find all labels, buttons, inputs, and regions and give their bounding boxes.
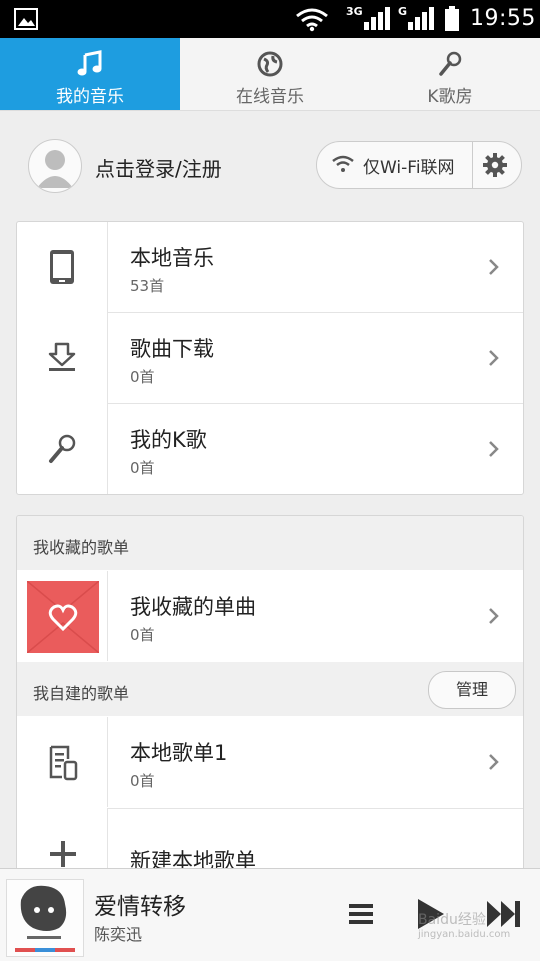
section-label: 我自建的歌单 (33, 684, 130, 703)
album-cover-image (7, 880, 83, 956)
item-count: 0首 (130, 368, 155, 386)
favorites-cover (26, 580, 100, 654)
microphone-icon (439, 51, 462, 76)
item-count: 0首 (130, 626, 155, 644)
library-card: 本地音乐 53首 歌曲下载 0首 我的K歌 0首 (16, 221, 524, 495)
icon-cell (17, 717, 108, 807)
list-item-local-music[interactable]: 本地音乐 53首 (17, 222, 523, 312)
chevron-right-icon (489, 441, 499, 457)
divider (472, 142, 473, 188)
globe-icon (257, 51, 283, 77)
manage-button[interactable]: 管理 (428, 671, 516, 709)
wifi-icon (332, 155, 354, 172)
phone-icon (50, 250, 74, 284)
item-count: 0首 (130, 772, 155, 790)
song-title: 爱情转移 (94, 894, 186, 920)
icon-cell (17, 571, 108, 661)
chevron-right-icon (489, 608, 499, 624)
song-artist: 陈奕迅 (94, 925, 143, 944)
login-register-link[interactable]: 点击登录/注册 (95, 153, 222, 182)
tab-my-music[interactable]: 我的音乐 (0, 38, 180, 110)
image-notification-icon (14, 8, 38, 30)
chevron-right-icon (489, 259, 499, 275)
wifi-only-toggle[interactable]: 仅Wi-Fi联网 (316, 141, 522, 189)
list-item-my-karaoke[interactable]: 我的K歌 0首 (17, 404, 523, 494)
tab-label: 我的音乐 (56, 87, 124, 107)
watermark-url: jingyan.baidu.com (418, 929, 511, 940)
item-title: 歌曲下载 (130, 337, 214, 361)
download-icon (48, 342, 76, 371)
now-playing-bar[interactable]: 爱情转移 陈奕迅 Baidu经验 jingyan.baidu.com (0, 868, 540, 961)
wifi-only-label: 仅Wi-Fi联网 (363, 158, 455, 178)
tab-label: K歌房 (427, 87, 473, 107)
battery-icon (445, 6, 459, 31)
tab-label: 在线音乐 (236, 87, 304, 107)
playlist-doc-icon (49, 745, 78, 781)
icon-cell (17, 404, 108, 494)
account-row: 点击登录/注册 仅Wi-Fi联网 (0, 111, 540, 216)
item-title: 我收藏的单曲 (130, 595, 256, 619)
microphone-icon (49, 434, 76, 463)
item-title: 本地歌单1 (130, 741, 228, 765)
chevron-right-icon (489, 350, 499, 366)
avatar[interactable] (28, 139, 82, 193)
list-item-favorite-songs[interactable]: 我收藏的单曲 0首 (17, 571, 523, 661)
watermark-text: Baidu经验 (418, 912, 486, 928)
status-bar: 3G G 19:55 (0, 0, 540, 38)
playlists-card: 我收藏的歌单 我收藏的单曲 0首 我自建的歌单 管理 本地歌单1 0首 新建本地… (16, 515, 524, 877)
music-note-icon (77, 50, 102, 76)
album-art[interactable] (6, 879, 84, 957)
item-count: 0首 (130, 459, 155, 477)
my-playlists-section-header: 我自建的歌单 管理 (17, 662, 523, 716)
gear-icon[interactable] (483, 153, 507, 177)
list-item-new-playlist[interactable]: 新建本地歌单 (17, 809, 523, 876)
tab-karaoke[interactable]: K歌房 (360, 38, 540, 110)
playlist-icon[interactable] (348, 903, 374, 925)
item-count: 53首 (130, 277, 165, 295)
icon-cell (17, 313, 108, 403)
item-title: 我的K歌 (130, 428, 207, 452)
default-user-icon (37, 150, 73, 188)
signal-strength-icon-2 (408, 7, 434, 30)
main-tab-bar: 我的音乐 在线音乐 K歌房 (0, 38, 540, 111)
section-label: 我收藏的歌单 (33, 538, 130, 557)
icon-cell (17, 222, 108, 312)
item-title: 本地音乐 (130, 246, 214, 270)
favorites-section-header: 我收藏的歌单 (17, 516, 523, 570)
tab-online-music[interactable]: 在线音乐 (180, 38, 360, 110)
heart-icon (26, 580, 100, 654)
clock: 19:55 (470, 6, 536, 31)
wifi-status-icon (296, 8, 328, 32)
list-item-local-playlist[interactable]: 本地歌单1 0首 (17, 717, 523, 807)
list-item-downloads[interactable]: 歌曲下载 0首 (17, 313, 523, 403)
icon-cell (17, 809, 108, 876)
plus-icon (50, 841, 76, 867)
chevron-right-icon (489, 754, 499, 770)
next-track-icon[interactable] (486, 899, 522, 929)
signal-strength-icon (364, 7, 390, 30)
